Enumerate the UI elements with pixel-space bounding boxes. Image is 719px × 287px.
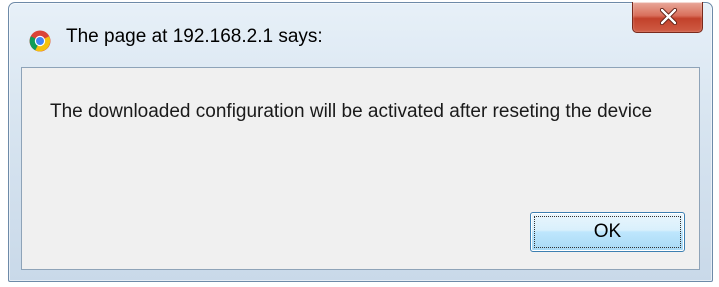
title-bar[interactable]: The page at 192.168.2.1 says: — [9, 2, 712, 52]
dialog-title: The page at 192.168.2.1 says: — [66, 26, 323, 47]
ok-button-label: OK — [593, 221, 622, 242]
alert-dialog: The page at 192.168.2.1 says: The downlo… — [8, 2, 713, 282]
close-button[interactable] — [632, 2, 703, 33]
dialog-message: The downloaded configuration will be act… — [50, 101, 653, 122]
chrome-icon — [29, 30, 51, 52]
dialog-body: The downloaded configuration will be act… — [21, 67, 700, 270]
close-icon — [659, 7, 678, 26]
ok-button[interactable]: OK — [530, 212, 685, 252]
